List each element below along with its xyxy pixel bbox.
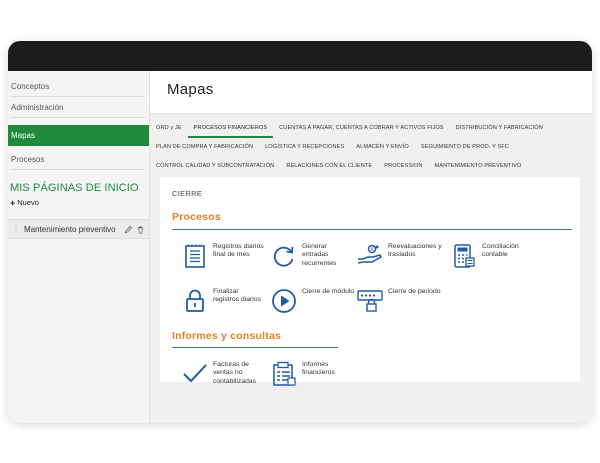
tab-relaciones-cliente[interactable]: RELACIONES CON EL CLIENTE — [280, 157, 378, 176]
process-tile[interactable]: Cierre de periodo — [357, 288, 449, 314]
process-label: Cierre de módulo — [302, 288, 355, 295]
plus-icon: + — [10, 197, 16, 208]
drag-handle-icon[interactable]: ⋮ — [12, 225, 20, 234]
tab-mantenimiento-preventivo[interactable]: MANTENIMIENTO PREVENTIVO — [429, 157, 528, 176]
process-tile[interactable]: Cierre de módulo — [271, 288, 355, 314]
checkmark-icon — [183, 364, 207, 383]
sidebar-item-procesos[interactable]: Procesos — [10, 149, 145, 170]
sidebar-item-administracion[interactable]: Administración — [10, 97, 145, 118]
report-label: Informes financieros — [302, 361, 335, 377]
report-tile[interactable]: Facturas de ventas no contabilizadas — [182, 361, 266, 387]
process-tile[interactable]: Conciliación contable — [451, 243, 543, 269]
tabs-row-1: ORD y JE PROCESOS FINANCIEROS CUENTAS A … — [150, 119, 549, 138]
informes-heading: Informes y consultas — [172, 330, 282, 342]
trash-icon[interactable] — [136, 225, 145, 234]
process-label: Conciliación contable — [482, 243, 519, 259]
tab-plan-compra[interactable]: PLAN DE COMPRA Y FABRICACIÓN — [150, 138, 259, 157]
refresh-icon — [273, 246, 294, 267]
report-tile[interactable]: Informes financieros — [271, 361, 363, 387]
process-label: Finalizar registros diarios — [213, 288, 261, 304]
report-label: Facturas de ventas no contabilizadas — [213, 361, 257, 385]
top-bar — [8, 41, 592, 71]
tab-cuentas-pagar-cobrar[interactable]: CUENTAS A PAGAR, CUENTAS A COBRAR Y ACTI… — [273, 119, 449, 138]
tab-control-calidad[interactable]: CONTROL CALIDAD Y SUBCONTRATACIÓN — [150, 157, 280, 176]
sidebar-item-conceptos[interactable]: Conceptos — [10, 76, 145, 97]
password-lock-icon — [357, 290, 383, 312]
tabs-row-3: CONTROL CALIDAD Y SUBCONTRATACIÓN RELACI… — [150, 157, 527, 176]
process-tile[interactable]: Generar entradas recurrentes — [271, 243, 355, 269]
favorite-page-label: Mantenimiento preventivo — [24, 224, 116, 234]
new-page-label: Nuevo — [17, 198, 39, 207]
process-tile[interactable]: Registros diarios final de mes — [182, 243, 266, 269]
page-title: Mapas — [167, 81, 214, 98]
lock-icon — [186, 289, 204, 312]
map-content: CIERRE Procesos Registros diarios final … — [160, 177, 580, 386]
report-icon — [273, 361, 296, 386]
procesos-divider — [172, 229, 572, 230]
my-pages-heading: MIS PÁGINAS DE INICIO — [10, 182, 139, 194]
calculator-icon — [454, 244, 475, 268]
tab-seguimiento-prod[interactable]: SEGUIMIENTO DE PROD. Y SFC — [415, 138, 515, 157]
main-panel: Mapas ORD y JE PROCESOS FINANCIEROS CUEN… — [150, 71, 592, 423]
informes-divider — [172, 347, 338, 348]
edit-icon[interactable] — [124, 225, 133, 234]
tab-almacen-envio[interactable]: ALMACÉN Y ENVÍO — [350, 138, 415, 157]
tab-procession[interactable]: PROCESSION — [378, 157, 428, 176]
journal-icon — [185, 244, 205, 268]
process-label: Generar entradas recurrentes — [302, 243, 337, 267]
app-window: Conceptos Administración Mapas Procesos … — [8, 41, 592, 423]
process-tile[interactable]: Finalizar registros diarios — [182, 288, 266, 314]
tab-ord-je[interactable]: ORD y JE — [150, 119, 188, 138]
procesos-heading: Procesos — [172, 211, 221, 223]
section-subtitle: CIERRE — [172, 189, 203, 198]
sidebar: Conceptos Administración Mapas Procesos … — [8, 71, 150, 423]
process-label: Reevaluaciones y traslados — [388, 243, 442, 259]
sidebar-item-mapas[interactable]: Mapas — [8, 125, 149, 146]
tab-logistica[interactable]: LOGÍSTICA Y RECEPCIONES — [259, 138, 350, 157]
svg-text:€: € — [371, 247, 374, 253]
page-header: Mapas — [150, 71, 592, 114]
play-icon — [272, 289, 296, 313]
tab-distribucion-fabricacion[interactable]: DISTRIBUCIÓN Y FABRICACIÓN — [450, 119, 549, 138]
process-tile[interactable]: € Reevaluaciones y traslados — [357, 243, 449, 269]
process-label: Cierre de periodo — [388, 288, 441, 295]
process-label: Registros diarios final de mes — [213, 243, 264, 259]
tab-procesos-financieros[interactable]: PROCESOS FINANCIEROS — [187, 119, 274, 138]
favorite-page-item[interactable]: ⋮ Mantenimiento preventivo — [8, 219, 149, 239]
new-page-button[interactable]: + Nuevo — [10, 198, 149, 207]
tabs-row-2: PLAN DE COMPRA Y FABRICACIÓN LOGÍSTICA Y… — [150, 138, 515, 157]
money-hand-icon: € — [357, 244, 382, 264]
